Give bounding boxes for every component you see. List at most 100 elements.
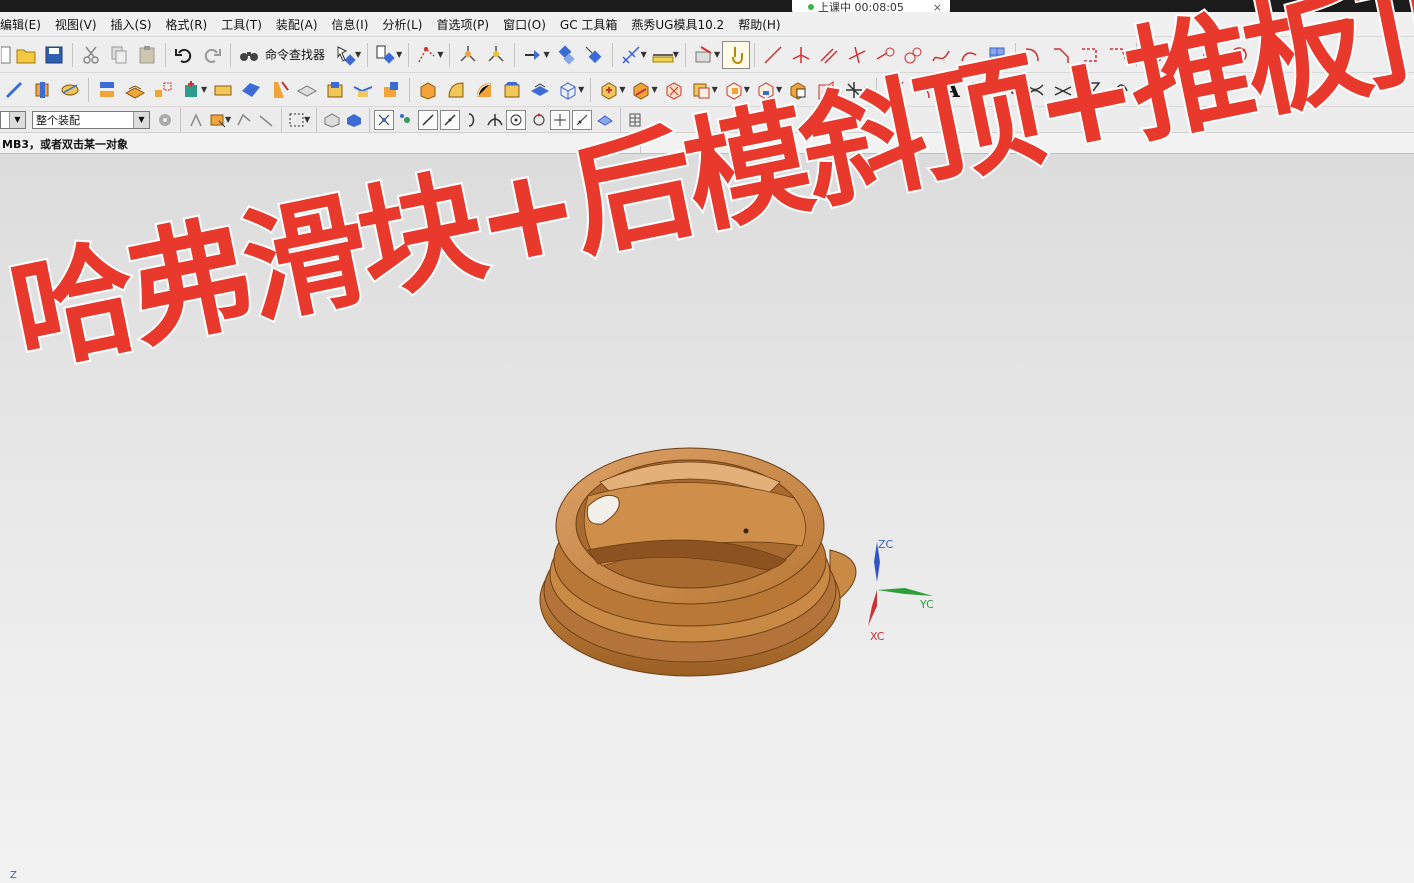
save-icon[interactable] xyxy=(40,41,68,69)
block-icon[interactable] xyxy=(209,76,237,104)
separator xyxy=(180,107,181,132)
trim-body-icon[interactable] xyxy=(377,76,405,104)
menu-format[interactable]: 格式(R) xyxy=(158,16,214,33)
revolve-icon[interactable] xyxy=(56,76,84,104)
dropdown-icon[interactable]: ▼ xyxy=(714,50,720,59)
copy-icon[interactable] xyxy=(105,41,133,69)
pattern-icon[interactable] xyxy=(121,76,149,104)
menu-preferences[interactable]: 首选项(P) xyxy=(428,16,495,33)
emboss-icon[interactable] xyxy=(349,76,377,104)
dropdown-icon[interactable]: ▼ xyxy=(201,85,207,94)
separator xyxy=(408,42,410,67)
menu-assembly[interactable]: 装配(A) xyxy=(268,16,324,33)
assembly-settings-icon[interactable] xyxy=(154,109,176,131)
snap-control-icon[interactable] xyxy=(462,109,484,131)
parallel-lines-icon[interactable] xyxy=(815,41,843,69)
mirror-icon[interactable] xyxy=(580,41,608,69)
draft-icon[interactable] xyxy=(265,76,293,104)
wcs-triad[interactable] xyxy=(850,532,950,652)
cue-line-text: MB3，或者双击某一对象 xyxy=(2,138,128,151)
new-file-icon[interactable] xyxy=(0,41,12,69)
dropdown-icon[interactable]: ▼ xyxy=(712,85,718,94)
dropdown-icon[interactable]: ▼ xyxy=(619,85,625,94)
triad-xc-label: XC xyxy=(870,630,885,643)
cut-icon[interactable] xyxy=(77,41,105,69)
extrude-icon[interactable] xyxy=(28,76,56,104)
datum-axis-icon[interactable] xyxy=(787,41,815,69)
shell-icon[interactable] xyxy=(321,76,349,104)
dropdown-icon[interactable]: ▼ xyxy=(641,50,647,59)
snap-center-icon[interactable] xyxy=(506,109,527,130)
face-blend-icon[interactable] xyxy=(498,76,526,104)
menu-gc-toolbox[interactable]: GC 工具箱 xyxy=(552,16,624,33)
menu-view[interactable]: 视图(V) xyxy=(47,16,103,33)
menu-info[interactable]: 信息(I) xyxy=(324,16,375,33)
select-curve-icon[interactable] xyxy=(233,109,255,131)
separator xyxy=(165,42,166,67)
select-feature-icon[interactable] xyxy=(185,109,207,131)
cup-lid-model[interactable] xyxy=(530,422,870,692)
offset-surface-icon[interactable] xyxy=(237,76,265,104)
box-icon[interactable] xyxy=(414,76,442,104)
separator xyxy=(72,42,73,67)
separator xyxy=(590,77,592,102)
snap-endpoint-icon[interactable] xyxy=(418,109,439,130)
snap-vertex-icon[interactable] xyxy=(396,109,418,131)
menu-yanxiu-mold[interactable]: 燕秀UG模具10.2 xyxy=(623,16,730,33)
dropdown-icon[interactable]: ▼ xyxy=(437,50,443,59)
open-folder-icon[interactable] xyxy=(12,41,40,69)
menu-window[interactable]: 窗口(O) xyxy=(495,16,552,33)
redo-icon[interactable] xyxy=(198,41,226,69)
transform-icon[interactable] xyxy=(552,41,580,69)
dropdown-icon[interactable]: ▼ xyxy=(673,50,679,59)
paste-icon[interactable] xyxy=(133,41,161,69)
snap-on-curve-icon[interactable] xyxy=(572,109,593,130)
thicken-icon[interactable] xyxy=(293,76,321,104)
triad-yc-label: YC xyxy=(920,598,934,611)
point-set-icon[interactable] xyxy=(149,76,177,104)
dropdown-icon[interactable]: ▼ xyxy=(578,85,584,94)
menu-help[interactable]: 帮助(H) xyxy=(730,16,786,33)
triad-zc-label: ZC xyxy=(878,538,894,551)
binoculars-icon[interactable] xyxy=(235,41,263,69)
blend-icon[interactable] xyxy=(442,76,470,104)
assembly-scope-dropdown[interactable]: 整个装配 ▼ xyxy=(32,110,150,129)
region-icon[interactable] xyxy=(660,76,688,104)
select-body-icon[interactable] xyxy=(321,109,343,131)
dropdown-icon[interactable]: ▼ xyxy=(744,85,750,94)
snap-intersection-icon[interactable] xyxy=(484,109,506,131)
menu-insert[interactable]: 插入(S) xyxy=(103,16,158,33)
snap-existing-point-icon[interactable] xyxy=(550,109,571,130)
select-solid-icon[interactable] xyxy=(343,109,365,131)
perpendicular-icon[interactable] xyxy=(843,41,871,69)
type-filter-dropdown[interactable]: ▼ xyxy=(0,110,26,129)
replace-face-icon[interactable] xyxy=(526,76,554,104)
wcs-dynamic-icon[interactable] xyxy=(482,41,510,69)
hole-icon[interactable] xyxy=(93,76,121,104)
dropdown-icon[interactable]: ▼ xyxy=(543,50,549,59)
line-icon[interactable] xyxy=(759,41,787,69)
dropdown-icon[interactable]: ▼ xyxy=(651,85,657,94)
menu-analysis[interactable]: 分析(L) xyxy=(374,16,428,33)
edge-blend-icon[interactable] xyxy=(470,76,498,104)
select-edge-icon[interactable] xyxy=(255,109,277,131)
dropdown-icon[interactable]: ▼ xyxy=(304,115,310,124)
wcs-orient-icon[interactable] xyxy=(454,41,482,69)
snap-quadrant-icon[interactable] xyxy=(528,109,550,131)
menu-tools[interactable]: 工具(T) xyxy=(213,16,268,33)
touch-mode-icon[interactable] xyxy=(722,40,751,69)
snap-midpoint-icon[interactable] xyxy=(440,109,461,130)
dropdown-icon[interactable]: ▼ xyxy=(355,50,361,59)
snap-all-icon[interactable] xyxy=(374,109,395,130)
chevron-down-icon: ▼ xyxy=(133,111,149,128)
recording-dot-icon xyxy=(808,4,814,10)
undo-icon[interactable] xyxy=(170,41,198,69)
dropdown-icon[interactable]: ▼ xyxy=(225,115,231,124)
command-finder-label[interactable]: 命令查找器 xyxy=(265,46,325,63)
tangent-line-icon[interactable] xyxy=(871,41,899,69)
menu-edit[interactable]: 编辑(E) xyxy=(0,16,47,33)
separator xyxy=(316,107,318,132)
separator xyxy=(449,42,451,67)
dropdown-icon[interactable]: ▼ xyxy=(396,50,402,59)
sketch-icon[interactable] xyxy=(0,76,28,104)
